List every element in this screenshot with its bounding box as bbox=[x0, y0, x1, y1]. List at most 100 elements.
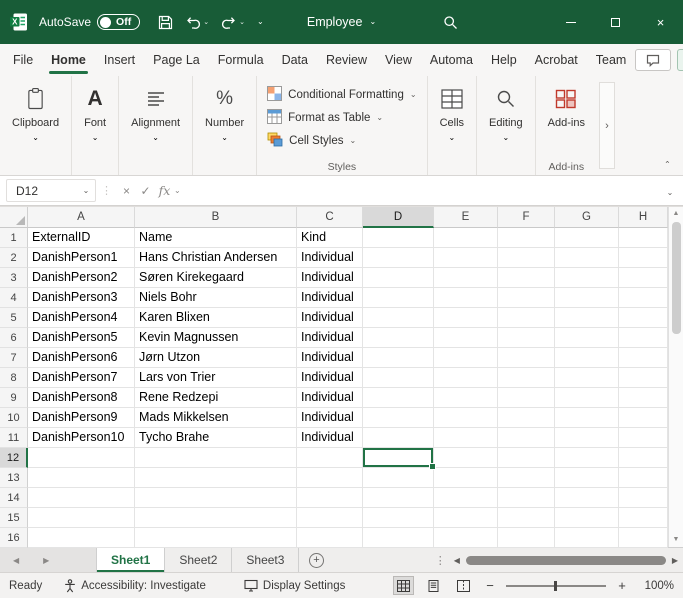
cell-A9[interactable]: DanishPerson8 bbox=[28, 388, 135, 408]
menu-tab-acrobat[interactable]: Acrobat bbox=[526, 44, 587, 76]
cell-D13[interactable] bbox=[363, 468, 434, 488]
collapse-ribbon-button[interactable]: ⌄ bbox=[664, 152, 671, 170]
cell-H12[interactable] bbox=[619, 448, 668, 468]
column-header-H[interactable]: H bbox=[619, 207, 668, 228]
cancel-entry-button[interactable]: × bbox=[117, 184, 136, 198]
sheet-tab-sheet3[interactable]: Sheet3 bbox=[232, 548, 299, 572]
status-ready[interactable]: Ready bbox=[9, 580, 42, 592]
name-box[interactable]: D12 ⌄ bbox=[6, 179, 96, 202]
cell-F3[interactable] bbox=[498, 268, 555, 288]
column-header-A[interactable]: A bbox=[28, 207, 135, 228]
cell-B2[interactable]: Hans Christian Andersen bbox=[135, 248, 297, 268]
menu-tab-page-la[interactable]: Page La bbox=[144, 44, 209, 76]
font-button[interactable]: A Font ⌄ bbox=[75, 81, 115, 159]
cell-G3[interactable] bbox=[555, 268, 619, 288]
cell-B6[interactable]: Kevin Magnussen bbox=[135, 328, 297, 348]
formula-input[interactable] bbox=[181, 176, 657, 205]
row-header-1[interactable]: 1 bbox=[0, 228, 28, 248]
horizontal-scrollbar[interactable]: ◀ ▶ bbox=[454, 548, 683, 572]
cell-D3[interactable] bbox=[363, 268, 434, 288]
cell-B4[interactable]: Niels Bohr bbox=[135, 288, 297, 308]
cell-H3[interactable] bbox=[619, 268, 668, 288]
cell-E16[interactable] bbox=[434, 528, 498, 548]
excel-app-icon[interactable]: X bbox=[9, 12, 29, 32]
insert-function-button[interactable]: fx bbox=[155, 183, 174, 198]
cell-D6[interactable] bbox=[363, 328, 434, 348]
cell-C7[interactable]: Individual bbox=[297, 348, 363, 368]
number-button[interactable]: % Number ⌄ bbox=[196, 81, 253, 159]
menu-tab-automa[interactable]: Automa bbox=[421, 44, 482, 76]
cell-C11[interactable]: Individual bbox=[297, 428, 363, 448]
drag-handle-icon[interactable]: ⋮ bbox=[96, 184, 117, 197]
menu-tab-view[interactable]: View bbox=[376, 44, 421, 76]
cell-G2[interactable] bbox=[555, 248, 619, 268]
cell-D2[interactable] bbox=[363, 248, 434, 268]
cell-D15[interactable] bbox=[363, 508, 434, 528]
zoom-in-button[interactable]: + bbox=[615, 578, 629, 593]
cell-H6[interactable] bbox=[619, 328, 668, 348]
cell-B3[interactable]: Søren Kirekegaard bbox=[135, 268, 297, 288]
zoom-slider-knob[interactable] bbox=[554, 581, 557, 591]
cell-D10[interactable] bbox=[363, 408, 434, 428]
row-header-4[interactable]: 4 bbox=[0, 288, 28, 308]
cell-H13[interactable] bbox=[619, 468, 668, 488]
cell-H7[interactable] bbox=[619, 348, 668, 368]
cell-C9[interactable]: Individual bbox=[297, 388, 363, 408]
cell-G8[interactable] bbox=[555, 368, 619, 388]
customize-toolbar-button[interactable]: ⌄ bbox=[251, 7, 270, 37]
undo-button[interactable]: ⌄ bbox=[179, 7, 215, 37]
cell-D4[interactable] bbox=[363, 288, 434, 308]
cell-H4[interactable] bbox=[619, 288, 668, 308]
cell-styles-button[interactable]: Cell Styles ⌄ bbox=[260, 130, 423, 152]
cell-B13[interactable] bbox=[135, 468, 297, 488]
cell-G13[interactable] bbox=[555, 468, 619, 488]
cell-B5[interactable]: Karen Blixen bbox=[135, 308, 297, 328]
confirm-entry-button[interactable]: ✓ bbox=[136, 184, 155, 198]
menu-tab-formula[interactable]: Formula bbox=[209, 44, 273, 76]
column-header-D[interactable]: D bbox=[363, 207, 434, 228]
cell-F5[interactable] bbox=[498, 308, 555, 328]
row-header-13[interactable]: 13 bbox=[0, 468, 28, 488]
cell-G6[interactable] bbox=[555, 328, 619, 348]
cell-H10[interactable] bbox=[619, 408, 668, 428]
row-header-5[interactable]: 5 bbox=[0, 308, 28, 328]
cell-B1[interactable]: Name bbox=[135, 228, 297, 248]
cell-B8[interactable]: Lars von Trier bbox=[135, 368, 297, 388]
cell-C16[interactable] bbox=[297, 528, 363, 548]
cell-A11[interactable]: DanishPerson10 bbox=[28, 428, 135, 448]
scroll-up-icon[interactable]: ▲ bbox=[673, 210, 680, 218]
cell-E1[interactable] bbox=[434, 228, 498, 248]
cell-E13[interactable] bbox=[434, 468, 498, 488]
cell-E10[interactable] bbox=[434, 408, 498, 428]
cell-H1[interactable] bbox=[619, 228, 668, 248]
cell-G4[interactable] bbox=[555, 288, 619, 308]
cell-A7[interactable]: DanishPerson6 bbox=[28, 348, 135, 368]
chevron-down-icon[interactable]: ⌄ bbox=[239, 18, 245, 26]
row-header-11[interactable]: 11 bbox=[0, 428, 28, 448]
cell-E15[interactable] bbox=[434, 508, 498, 528]
cell-A15[interactable] bbox=[28, 508, 135, 528]
tabbar-divider-icon[interactable]: ⋮ bbox=[427, 548, 454, 572]
cell-C14[interactable] bbox=[297, 488, 363, 508]
cell-C15[interactable] bbox=[297, 508, 363, 528]
cell-G15[interactable] bbox=[555, 508, 619, 528]
column-header-C[interactable]: C bbox=[297, 207, 363, 228]
cell-F9[interactable] bbox=[498, 388, 555, 408]
more-addins-flyout-button[interactable]: › bbox=[599, 82, 615, 169]
cell-F7[interactable] bbox=[498, 348, 555, 368]
cell-F16[interactable] bbox=[498, 528, 555, 548]
cell-B12[interactable] bbox=[135, 448, 297, 468]
cell-G16[interactable] bbox=[555, 528, 619, 548]
cell-D5[interactable] bbox=[363, 308, 434, 328]
cell-C10[interactable]: Individual bbox=[297, 408, 363, 428]
menu-tab-help[interactable]: Help bbox=[482, 44, 526, 76]
cell-C13[interactable] bbox=[297, 468, 363, 488]
row-header-10[interactable]: 10 bbox=[0, 408, 28, 428]
cell-C2[interactable]: Individual bbox=[297, 248, 363, 268]
cell-G5[interactable] bbox=[555, 308, 619, 328]
minimize-button[interactable] bbox=[548, 0, 593, 44]
cell-G11[interactable] bbox=[555, 428, 619, 448]
next-sheet-icon[interactable]: ▶ bbox=[43, 556, 49, 565]
scroll-down-icon[interactable]: ▼ bbox=[673, 536, 680, 544]
cell-E4[interactable] bbox=[434, 288, 498, 308]
